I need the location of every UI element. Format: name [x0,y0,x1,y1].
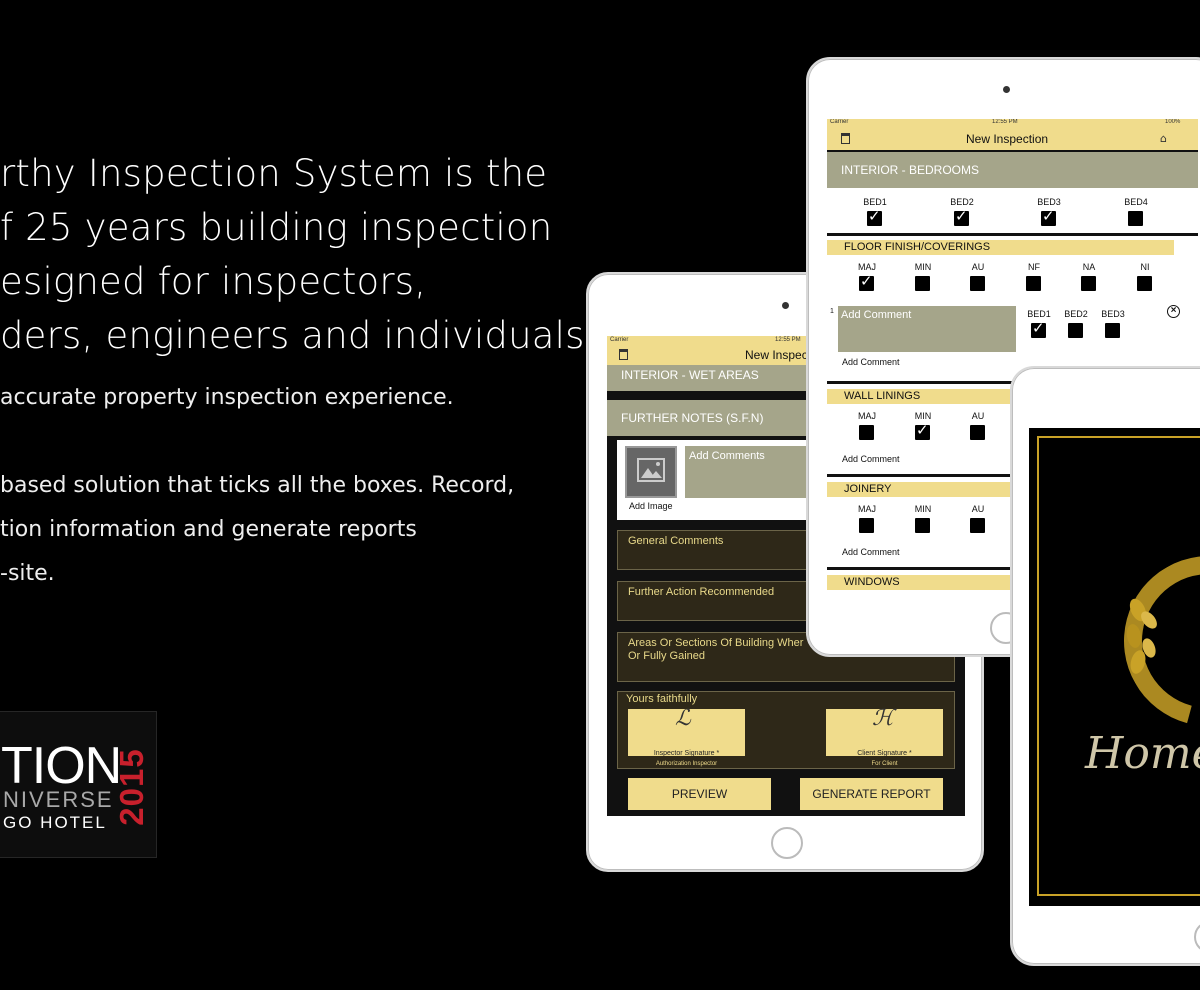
bed1-checkbox[interactable] [867,207,882,226]
trash-icon[interactable] [619,349,628,360]
section-bedrooms[interactable]: INTERIOR - BEDROOMS [827,152,1198,188]
add-comment-link[interactable]: Add Comment [842,454,900,464]
home-icon[interactable]: ⌂ [1160,132,1167,145]
nf-checkbox[interactable] [1026,276,1041,291]
comment-bed2-label: BED2 [1064,309,1088,319]
add-comment-link[interactable]: Add Comment [842,547,900,557]
body-line-2: tion information and generate reports [0,517,417,542]
inspector-signature-box[interactable]: ℒ Inspector Signature * [628,708,745,757]
add-image-button[interactable] [625,446,677,498]
maj-checkbox[interactable] [859,272,874,291]
floor-finish-heading[interactable]: FLOOR FINISH/COVERINGS [827,240,1174,255]
award-word-3: GO HOTEL [3,813,107,832]
yours-faithfully: Yours faithfully [626,693,698,705]
min-checkbox[interactable] [915,276,930,291]
body-line-1: based solution that ticks all the boxes.… [0,473,515,498]
award-logo: TION NIVERSE GO HOTEL 2015 [0,711,157,858]
nav-title: New Inspection [966,132,1049,146]
bed3-checkbox[interactable] [1041,207,1056,226]
comment-bed2-checkbox[interactable] [1068,323,1083,338]
joinery-min-label: MIN [914,504,932,514]
award-word-2: NIVERSE [3,787,114,812]
ni-checkbox[interactable] [1137,276,1152,291]
divider [827,233,1198,236]
joinery-maj-label: MAJ [858,504,876,514]
nav-bar: New Inspection ⌂ [827,128,1198,150]
comment-bed1-checkbox[interactable] [1031,319,1046,338]
home-button[interactable] [771,827,803,859]
wall-min-label: MIN [914,411,932,421]
home-button[interactable] [1194,921,1200,953]
tablet-splash: F Home [1010,366,1200,966]
maj-label: MAJ [858,262,876,272]
brand-name: Home [1085,728,1200,779]
status-bar: Carrier 12:55 PM 100% [827,119,1198,128]
au-checkbox[interactable] [970,276,985,291]
au-label: AU [971,262,985,272]
joinery-au-checkbox[interactable] [970,518,985,533]
min-label: MIN [914,262,932,272]
bed4-checkbox[interactable] [1128,211,1143,226]
trash-icon[interactable] [841,133,850,144]
headline-line-1: rthy Inspection System is the [0,152,548,195]
comment-number: 1 [830,308,834,315]
headline-line-4: ders, engineers and individuals. [0,314,597,357]
wall-min-checkbox[interactable] [915,421,930,440]
nf-label: NF [1028,262,1040,272]
signature-section: Yours faithfully ℒ Inspector Signature *… [617,691,955,769]
camera-dot [782,302,789,309]
wall-maj-label: MAJ [858,411,876,421]
preview-button[interactable]: PREVIEW [628,778,771,810]
joinery-au-label: AU [971,504,985,514]
camera-dot [1003,86,1010,93]
ni-label: NI [1140,262,1150,272]
splash-screen: F Home [1029,428,1200,906]
nav-title: New Inspect [745,348,812,362]
joinery-maj-checkbox[interactable] [859,518,874,533]
bed4-label: BED4 [1124,197,1148,207]
laurel-leaves-icon [1125,596,1167,688]
wall-maj-checkbox[interactable] [859,425,874,440]
add-image-label: Add Image [629,501,673,511]
generate-report-button[interactable]: GENERATE REPORT [800,778,943,810]
headline-line-2: f 25 years building inspection [0,206,553,249]
bed1-label: BED1 [863,197,887,207]
subline: accurate property inspection experience. [0,385,454,410]
inspector-sub-label: Authorization Inspector [655,761,718,767]
client-signature-box[interactable]: ℋ Client Signature * [826,708,943,757]
image-icon [637,458,665,482]
wall-au-label: AU [971,411,985,421]
comment-bed1-label: BED1 [1027,309,1051,319]
joinery-min-checkbox[interactable] [915,518,930,533]
headline-line-3: esigned for inspectors, [0,260,427,303]
na-label: NA [1082,262,1096,272]
wall-au-checkbox[interactable] [970,425,985,440]
bed2-checkbox[interactable] [954,207,969,226]
bed2-label: BED2 [950,197,974,207]
na-checkbox[interactable] [1081,276,1096,291]
award-year: 2015 [113,748,150,826]
client-sub-label: For Client [871,761,898,767]
comment-bed3-label: BED3 [1101,309,1125,319]
body-line-3: -site. [0,561,55,586]
bed3-label: BED3 [1037,197,1061,207]
add-comment-link[interactable]: Add Comment [842,357,900,367]
comment-bed3-checkbox[interactable] [1105,323,1120,338]
comment-field[interactable]: Add Comment [838,306,1016,352]
remove-comment-icon[interactable]: × [1167,305,1180,318]
